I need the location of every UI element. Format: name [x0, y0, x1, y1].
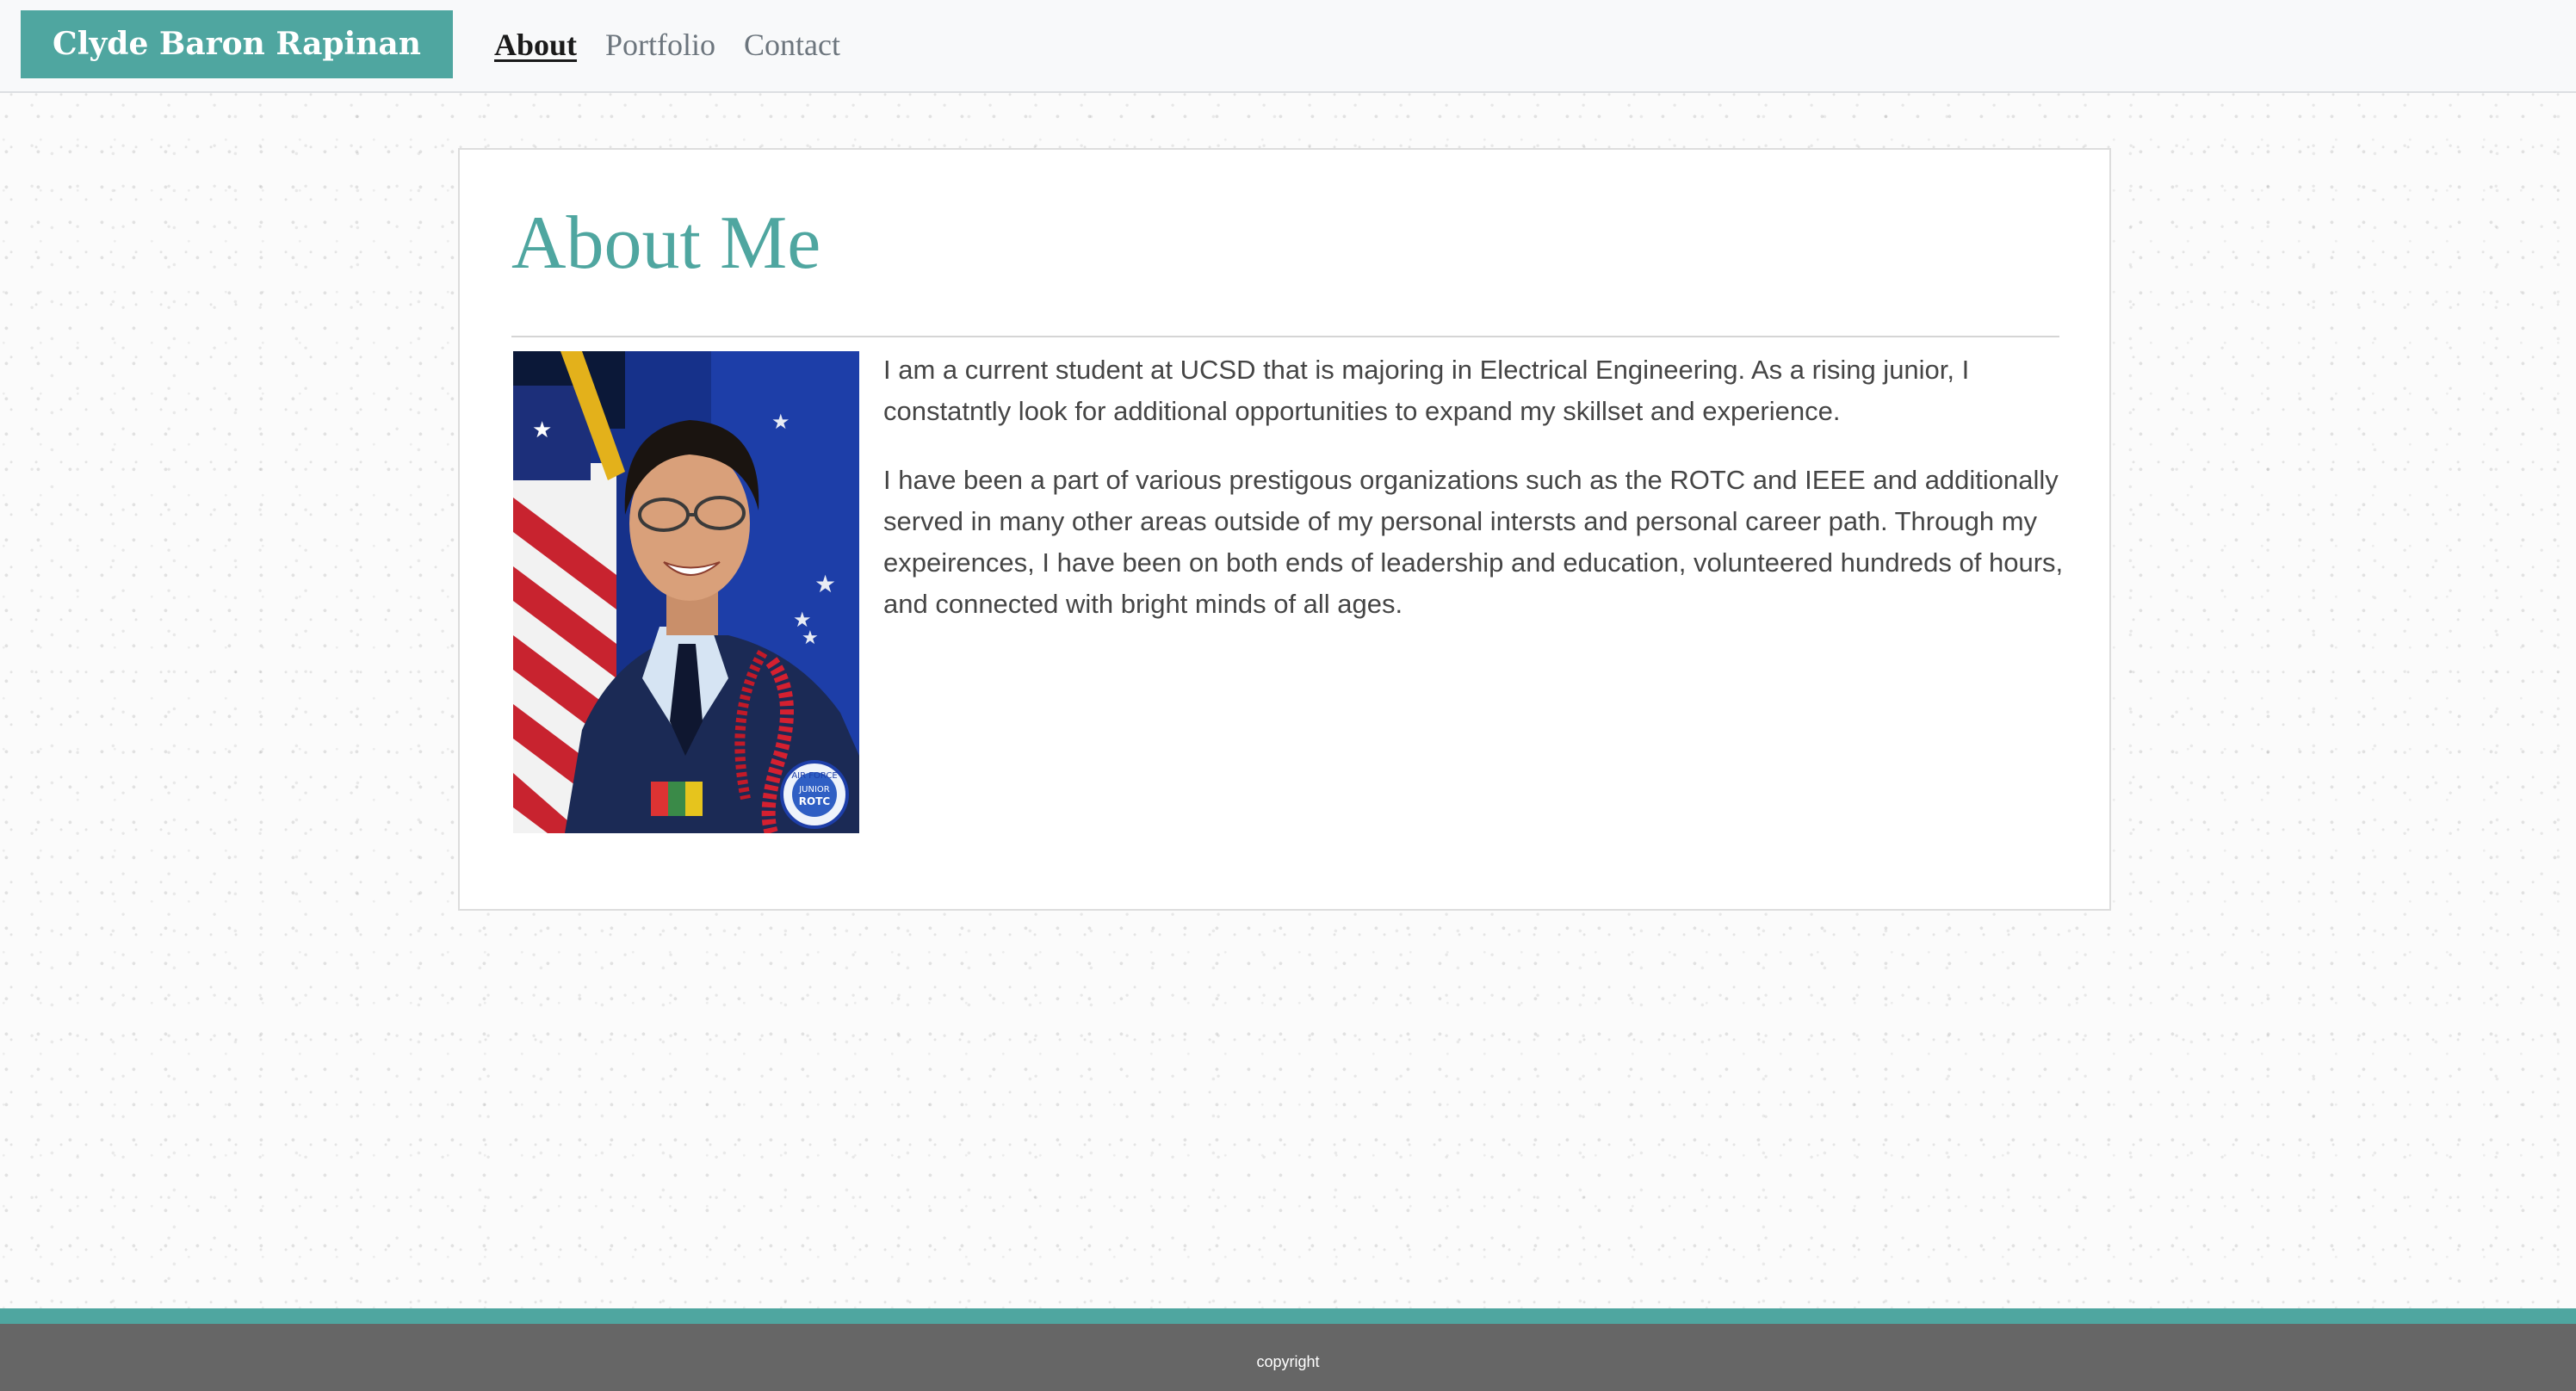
- svg-text:ROTC: ROTC: [799, 795, 831, 807]
- about-card: About Me ★ ★ ★ ★ ★ AIR FORCE JUNIOR ROTC…: [458, 148, 2111, 911]
- bio-text: I am a current student at UCSD that is m…: [883, 349, 2071, 652]
- svg-text:JUNIOR: JUNIOR: [798, 785, 830, 794]
- brand-link[interactable]: Clyde Baron Rapinan: [21, 10, 453, 78]
- profile-photo: ★ ★ ★ ★ ★ AIR FORCE JUNIOR ROTC: [513, 351, 859, 833]
- svg-text:★: ★: [802, 627, 819, 649]
- page-title: About Me: [511, 201, 821, 285]
- bio-paragraph-2: I have been a part of various prestigous…: [883, 465, 2064, 619]
- footer: copyright: [0, 1324, 2576, 1391]
- svg-text:AIR FORCE: AIR FORCE: [791, 771, 837, 781]
- nav-link-contact[interactable]: Contact: [744, 27, 840, 63]
- title-divider: [511, 336, 2059, 337]
- bio-paragraph-1: I am a current student at UCSD that is m…: [883, 355, 1970, 426]
- top-navbar: Clyde Baron Rapinan About Portfolio Cont…: [0, 0, 2576, 93]
- nav-link-about[interactable]: About: [494, 27, 577, 63]
- svg-text:★: ★: [532, 417, 552, 443]
- svg-text:★: ★: [771, 410, 790, 434]
- svg-text:★: ★: [814, 570, 836, 598]
- footer-accent-stripe: [0, 1308, 2576, 1324]
- footer-copyright: copyright: [1256, 1353, 1320, 1370]
- nav-link-portfolio[interactable]: Portfolio: [605, 27, 715, 63]
- nav-links: About Portfolio Contact: [494, 0, 840, 90]
